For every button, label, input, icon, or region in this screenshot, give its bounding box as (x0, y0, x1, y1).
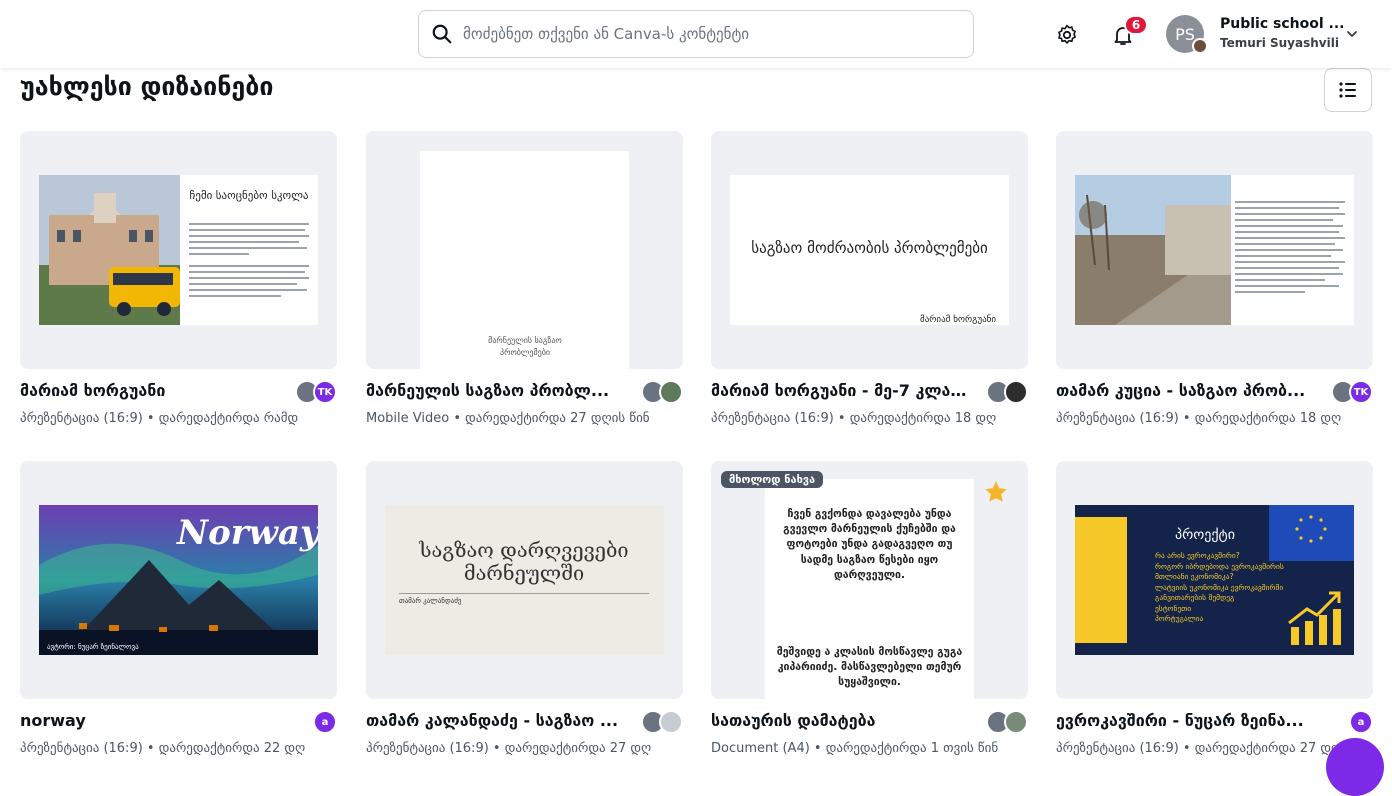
slide-caption: მარნეულის საგზაო პრობლემები (488, 336, 562, 357)
settings-gear-icon[interactable] (1052, 20, 1082, 50)
yellow-bar (1075, 517, 1127, 643)
slide-footer: თამარ კალანდაძე (399, 597, 462, 605)
street-photo (1075, 175, 1231, 325)
slide-preview: საგზაო მოძრაობის პრობლემები მარიამ ხორგუ… (730, 175, 1009, 325)
slide-footer: ავტორი: ნუცარ ზეინალოვა (47, 643, 139, 651)
collaborator-avatar: TK (313, 380, 337, 404)
slide-bullet: რა არის ევროკავშირი? (1155, 551, 1240, 560)
design-thumbnail[interactable]: საგზაო მოძრაობის პრობლემები მარიამ ხორგუ… (711, 131, 1028, 369)
design-title[interactable]: norway (20, 711, 276, 730)
money-growth-icon (1288, 591, 1341, 645)
collaborator-avatar: TK (1349, 380, 1373, 404)
design-meta: Mobile Video • დარედაქტირდა 27 დღის წინ (366, 411, 650, 426)
design-meta: Document (A4) • დარედაქტირდა 1 თვის წინ (711, 741, 999, 756)
slide-body-lines (1235, 201, 1345, 293)
slide-heading: პროექტი (1175, 527, 1235, 543)
slide-heading: საგზაო დარღვევები მარნეულში (419, 538, 629, 585)
slide-preview: საგზაო დარღვევები მარნეულში თამარ კალანდ… (385, 505, 664, 655)
design-title[interactable]: მარნეულის საგზაო პრობლ... (366, 381, 622, 400)
collaborators: a (313, 710, 337, 734)
collaborator-avatar (1004, 710, 1028, 734)
collaborator-avatar: a (313, 710, 337, 734)
design-meta: პრეზენტაცია (16:9) • დარედაქტირდა 22 დღ (20, 741, 306, 756)
design-thumbnail[interactable]: მარნეულის საგზაო პრობლემები (366, 131, 683, 369)
page-title: უახლესი დიზაინები (20, 72, 274, 101)
collaborator-avatar: a (1349, 710, 1373, 734)
design-title[interactable]: თამარ კალანდაძე - საგზაო ... (366, 711, 622, 730)
design-meta: პრეზენტაცია (16:9) • დარედაქტირდა 27 დღ (1056, 741, 1342, 756)
slide-paragraph: მეშვიდე ა კლასის მოსწავლე გუგა კიპარიიძე… (776, 646, 963, 689)
collaborators: TK (1331, 380, 1373, 404)
design-thumbnail[interactable]: ჩვენ გვქონდა დავალება უნდა გვევლო მარნეუ… (711, 461, 1028, 699)
search-icon (432, 24, 452, 44)
school-photo (39, 175, 180, 325)
slide-preview: პროექტი რა არის ევროკავშირი? როგორ იბრდე… (1075, 505, 1354, 655)
design-meta: პრეზენტაცია (16:9) • დარედაქტირდა 18 დღ (711, 411, 997, 426)
slide-preview: მარნეულის საგზაო პრობლემები (420, 151, 629, 369)
chevron-down-icon[interactable] (1344, 26, 1360, 42)
design-title[interactable]: მარიამ ხორგუანი (20, 381, 276, 400)
design-card[interactable]: ჩემი საოცნებო სკოლა მარიამ ხორგუანი TK პ… (20, 131, 337, 431)
slide-paragraph: ჩვენ გვქონდა დავალება უნდა გვევლო მარნეუ… (783, 508, 956, 581)
collaborators (986, 710, 1028, 734)
slide-footer: მარიამ ხორგუანი (920, 315, 997, 325)
design-meta: პრეზენტაცია (16:9) • დარედაქტირდა რამდ (20, 411, 299, 426)
design-thumbnail[interactable]: ჩემი საოცნებო სკოლა (20, 131, 337, 369)
design-meta: პრეზენტაცია (16:9) • დარედაქტირდა 27 დღ (366, 741, 652, 756)
design-card[interactable]: ჩვენ გვქონდა დავალება უნდა გვევლო მარნეუ… (711, 461, 1028, 761)
slide-heading: საგზაო მოძრაობის პრობლემები (751, 239, 988, 257)
design-thumbnail[interactable]: პროექტი რა არის ევროკავშირი? როგორ იბრდე… (1056, 461, 1373, 699)
slide-divider (399, 593, 649, 594)
design-thumbnail[interactable] (1056, 131, 1373, 369)
search-bar[interactable]: მოძებნეთ თქვენი ან Canva-ს კონტენტი (418, 10, 974, 58)
view-only-badge: მხოლოდ ნახვა (721, 471, 824, 488)
list-icon (1339, 82, 1356, 98)
collaborators (641, 710, 683, 734)
team-avatar (1192, 38, 1208, 54)
design-card[interactable]: Norway ავტორი: ნუცარ ზეინალოვა norway a … (20, 461, 337, 761)
collaborator-avatar (659, 380, 683, 404)
account-name[interactable]: Public school ... (1220, 16, 1344, 32)
design-card[interactable]: მარნეულის საგზაო პრობლემები მარნეულის სა… (366, 131, 683, 431)
top-bar: მოძებნეთ თქვენი ან Canva-ს კონტენტი 6 PS… (0, 0, 1392, 68)
collaborators: TK (295, 380, 337, 404)
slide-preview: Norway ავტორი: ნუცარ ზეინალოვა (39, 505, 318, 655)
slide-body-lines (189, 223, 309, 297)
collaborator-avatar (1004, 380, 1028, 404)
slide-preview: ჩვენ გვქონდა დავალება უნდა გვევლო მარნეუ… (765, 479, 974, 699)
collaborator-avatar (659, 710, 683, 734)
design-title[interactable]: სათაურის დამატება (711, 711, 967, 730)
slide-bullet: როგორ იბრდებოდა ევროკავშირის მთლიანი ეკო… (1155, 561, 1284, 582)
notification-count-badge: 6 (1124, 15, 1148, 35)
design-meta: პრეზენტაცია (16:9) • დარედაქტირდა 18 დღ (1056, 411, 1342, 426)
list-view-button[interactable] (1324, 68, 1372, 112)
design-card[interactable]: პროექტი რა არის ევროკავშირი? როგორ იბრდე… (1056, 461, 1373, 761)
design-card[interactable]: საგზაო დარღვევები მარნეულში თამარ კალანდ… (366, 461, 683, 761)
design-title[interactable]: მარიამ ხორგუანი - მე-7 კლა... (711, 381, 967, 400)
slide-heading: ჩემი საოცნებო სკოლა (189, 189, 309, 202)
design-thumbnail[interactable]: Norway ავტორი: ნუცარ ზეინალოვა (20, 461, 337, 699)
account-user: Temuri Suyashvili (1220, 36, 1339, 50)
design-title[interactable]: თამარ კუცია - საზგაო პრობ... (1056, 381, 1312, 400)
design-title[interactable]: ევროკავშირი - ნუცარ ზეინა... (1056, 711, 1312, 730)
slide-heading: Norway (177, 513, 318, 553)
slide-preview (1075, 175, 1354, 325)
design-card[interactable]: თამარ კუცია - საზგაო პრობ... TK პრეზენტა… (1056, 131, 1373, 431)
design-card[interactable]: საგზაო მოძრაობის პრობლემები მარიამ ხორგუ… (711, 131, 1028, 431)
collaborators (641, 380, 683, 404)
collaborators: a (1349, 710, 1373, 734)
design-thumbnail[interactable]: საგზაო დარღვევები მარნეულში თამარ კალანდ… (366, 461, 683, 699)
search-input[interactable]: მოძებნეთ თქვენი ან Canva-ს კონტენტი (463, 25, 749, 43)
slide-preview: ჩემი საოცნებო სკოლა (39, 175, 318, 325)
help-button[interactable] (1326, 738, 1384, 796)
collaborators (986, 380, 1028, 404)
star-icon[interactable] (983, 479, 1009, 505)
